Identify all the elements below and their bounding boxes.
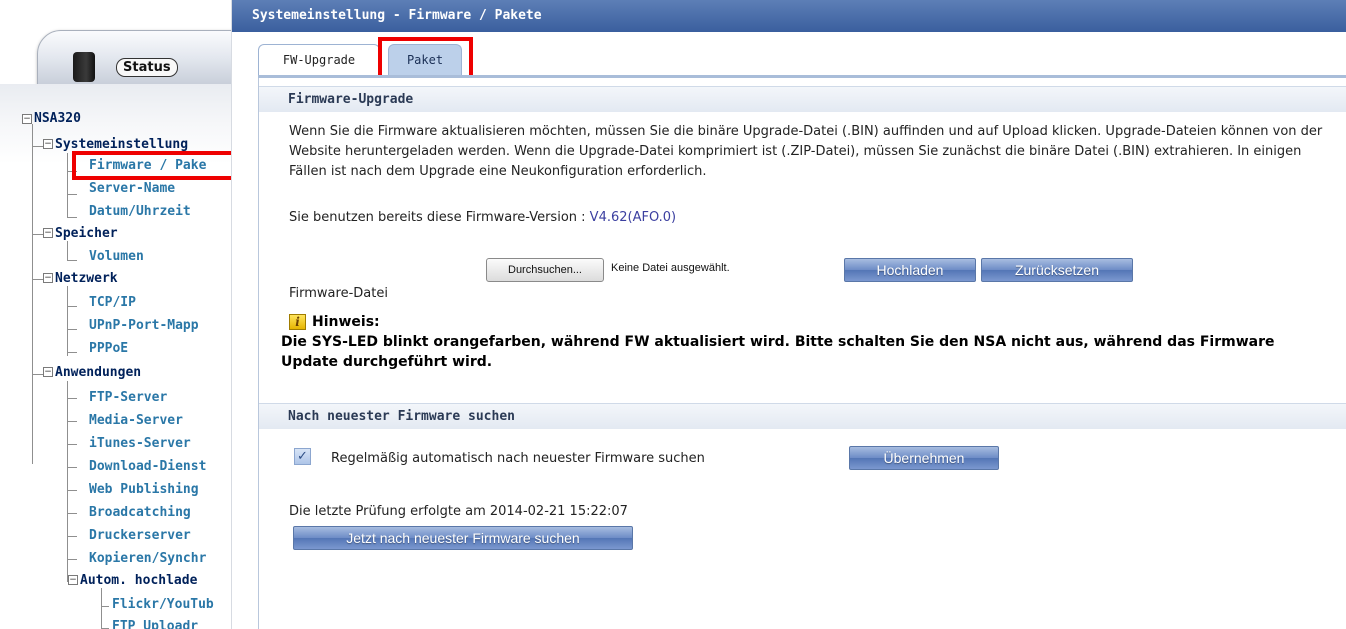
- upload-button[interactable]: Hochladen: [844, 258, 976, 282]
- page-title: Systemeinstellung - Firmware / Pakete: [252, 8, 542, 23]
- tree-cat-speicher[interactable]: Speicher: [55, 226, 118, 242]
- collapse-icon[interactable]: −: [43, 273, 53, 283]
- nas-device-icon: [73, 52, 95, 82]
- auto-search-checkbox[interactable]: ✓: [294, 448, 311, 465]
- browse-button[interactable]: Durchsuchen...: [486, 258, 604, 282]
- tree-root-nsa320[interactable]: NSA320: [34, 111, 81, 127]
- check-now-button[interactable]: Jetzt nach neuester Firmware suchen: [293, 526, 633, 550]
- version-value: V4.62(AFO.0): [589, 210, 677, 225]
- section-title: Firmware-Upgrade: [288, 92, 414, 107]
- tree-cat-netzwerk[interactable]: Netzwerk: [55, 271, 118, 287]
- collapse-icon[interactable]: −: [43, 367, 53, 377]
- title-bar: Systemeinstellung - Firmware / Pakete: [232, 0, 1346, 32]
- tree-item-itunes-server[interactable]: iTunes-Server: [89, 436, 191, 452]
- tree-item-datum-uhrzeit[interactable]: Datum/Uhrzeit: [89, 204, 191, 220]
- status-panel[interactable]: Status: [37, 30, 231, 90]
- hint-title: Hinweis:: [312, 314, 380, 330]
- tree-item-pppoe[interactable]: PPPoE: [89, 341, 128, 357]
- tree-item-server-name[interactable]: Server-Name: [89, 181, 175, 197]
- tree-item-media-server[interactable]: Media-Server: [89, 413, 183, 429]
- tree-item-ftp-server[interactable]: FTP-Server: [89, 390, 167, 406]
- tree-item-druckerserver[interactable]: Druckerserver: [89, 528, 191, 544]
- hint-text: Die SYS-LED blinkt orangefarben, während…: [281, 334, 1275, 370]
- tree-item-broadcatching[interactable]: Broadcatching: [89, 505, 191, 521]
- reset-button[interactable]: Zurücksetzen: [981, 258, 1133, 282]
- upgrade-description: Wenn Sie die Firmware aktualisieren möch…: [289, 124, 1323, 179]
- collapse-icon[interactable]: −: [43, 139, 53, 149]
- tree-item-upnp[interactable]: UPnP-Port-Mapp: [89, 318, 199, 334]
- version-line: Sie benutzen bereits diese Firmware-Vers…: [289, 208, 676, 228]
- last-check-text: Die letzte Prüfung erfolgte am 2014-02-2…: [289, 504, 628, 519]
- apply-button[interactable]: Übernehmen: [849, 446, 999, 470]
- tree-item-tcpip[interactable]: TCP/IP: [89, 295, 136, 311]
- info-icon: i: [289, 314, 306, 330]
- tree-cat-autom-hochladen[interactable]: Autom. hochlade: [80, 573, 197, 589]
- tree-cat-anwendungen[interactable]: Anwendungen: [55, 365, 141, 381]
- section-header-upgrade: Firmware-Upgrade: [259, 86, 1346, 112]
- auto-search-label: Regelmäßig automatisch nach neuester Fir…: [331, 451, 705, 466]
- sidebar: Status − NSA320 − Systemeinstellung Firm…: [0, 0, 232, 629]
- tree-item-web-publishing[interactable]: Web Publishing: [89, 482, 199, 498]
- section-header-search: Nach neuester Firmware suchen: [259, 403, 1346, 429]
- version-text: Sie benutzen bereits diese Firmware-Vers…: [289, 210, 590, 225]
- selection-highlight: [72, 151, 231, 180]
- tree-item-ftp-uploadr[interactable]: FTP Uploadr: [112, 619, 198, 629]
- selected-file-text: Keine Datei ausgewählt.: [611, 262, 730, 274]
- tree-item-download-dienst[interactable]: Download-Dienst: [89, 459, 206, 475]
- collapse-icon[interactable]: −: [68, 575, 78, 585]
- status-label: Status: [116, 58, 178, 77]
- tree-item-volumen[interactable]: Volumen: [89, 249, 144, 265]
- tab-highlight: [378, 37, 473, 80]
- section-title: Nach neuester Firmware suchen: [288, 409, 515, 424]
- firmware-file-label: Firmware-Datei: [289, 286, 388, 301]
- collapse-icon[interactable]: −: [43, 228, 53, 238]
- tab-fw-upgrade[interactable]: FW-Upgrade: [258, 44, 380, 76]
- tree-item-kopieren[interactable]: Kopieren/Synchr: [89, 551, 206, 567]
- tree-item-flickr-youtube[interactable]: Flickr/YouTub: [112, 597, 214, 613]
- collapse-icon[interactable]: −: [22, 114, 32, 124]
- content-panel: Firmware-Upgrade Wenn Sie die Firmware a…: [258, 78, 1346, 629]
